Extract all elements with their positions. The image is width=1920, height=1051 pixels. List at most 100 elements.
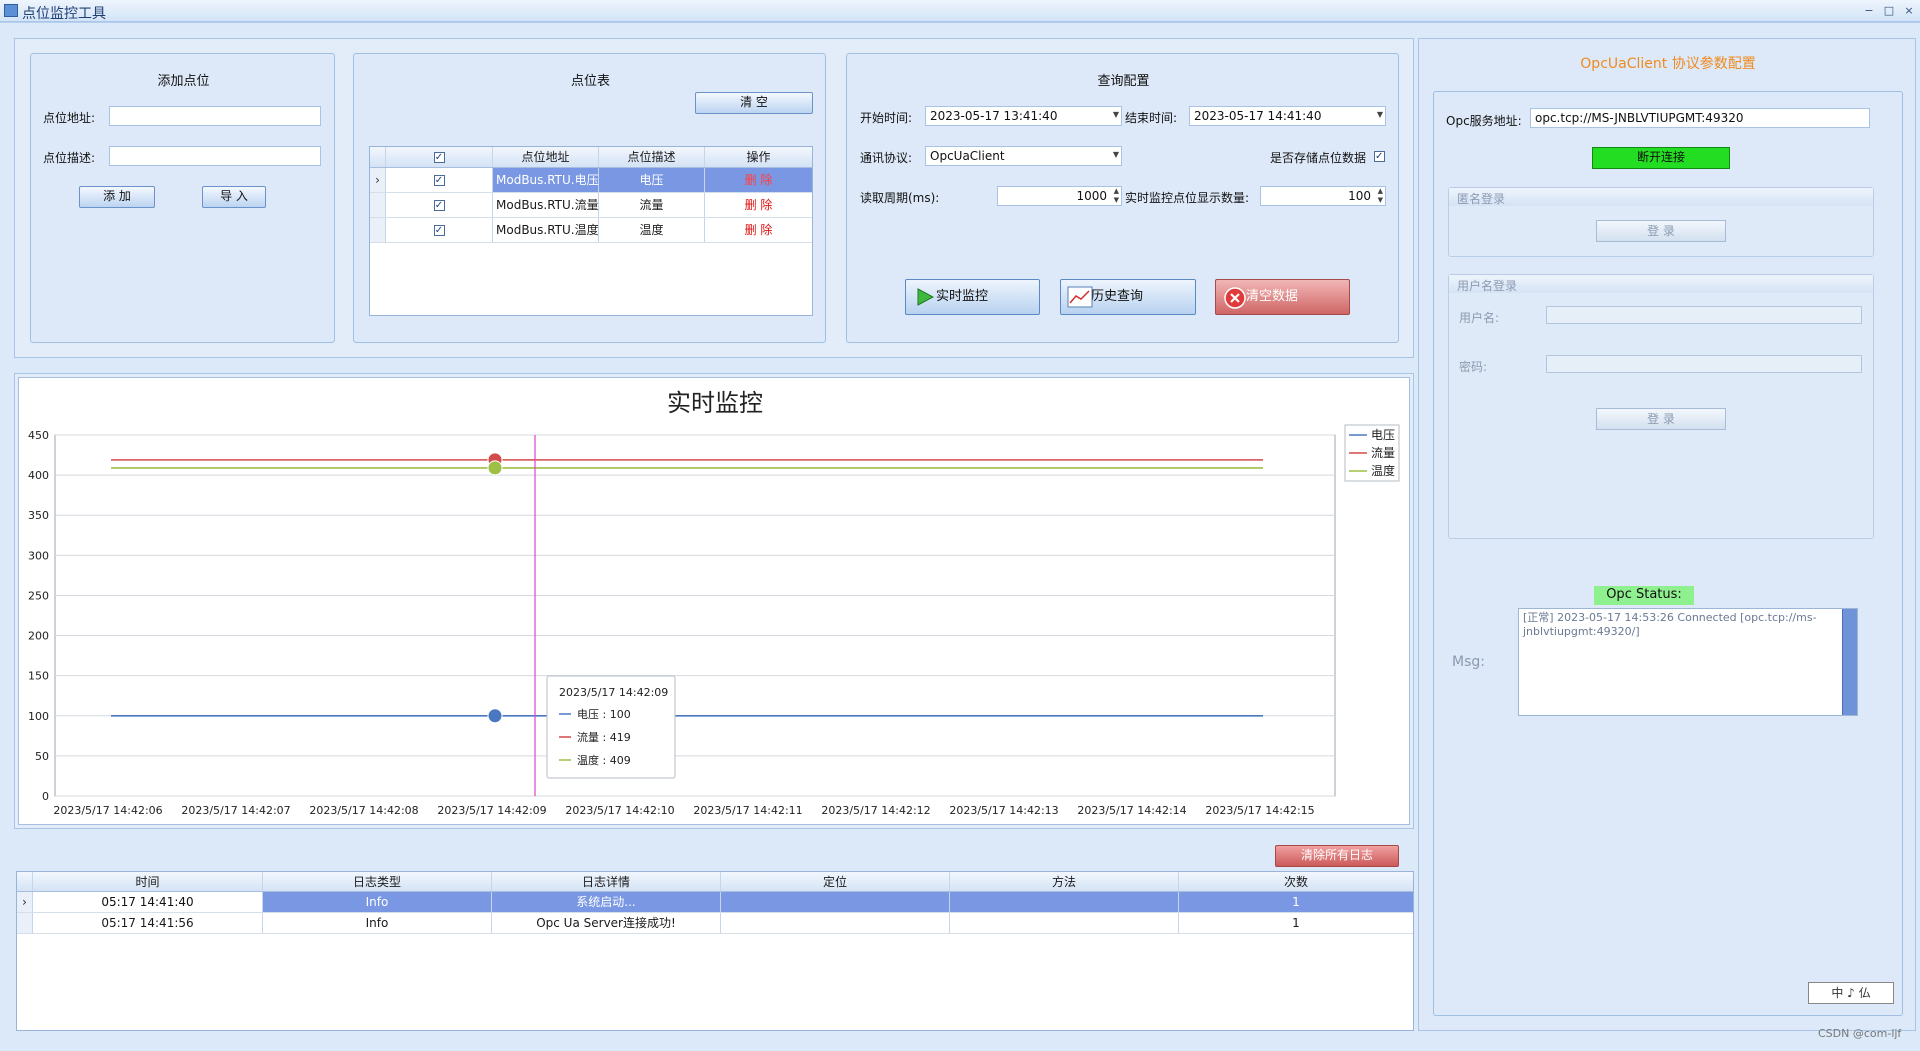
history-query-button[interactable]: 历史查询 <box>1060 279 1196 315</box>
y-tick-label: 250 <box>28 589 49 602</box>
protocol-select[interactable]: OpcUaClient ▼ <box>925 146 1122 166</box>
row-checkbox-cell[interactable]: ✓ <box>386 218 493 242</box>
clear-points-button[interactable]: 清 空 <box>695 92 813 114</box>
close-icon[interactable]: × <box>1900 3 1918 18</box>
log-row-header-cell <box>17 872 33 891</box>
add-button[interactable]: 添 加 <box>79 186 155 208</box>
row-checkbox-cell[interactable]: ✓ <box>386 168 493 192</box>
row-address: ModBus.RTU.温度 <box>493 218 599 242</box>
tooltip-entry: 电压 : 100 <box>577 708 631 721</box>
log-location-header[interactable]: 定位 <box>721 872 950 891</box>
minimize-icon[interactable]: − <box>1860 3 1878 18</box>
row-checkbox[interactable]: ✓ <box>433 225 445 236</box>
point-row[interactable]: ✓ ModBus.RTU.温度 温度 删 除 <box>370 218 812 243</box>
import-button[interactable]: 导 入 <box>202 186 266 208</box>
chart-container: 实时监控 0 50 100 150 200 250 300 350 400 450 2023/5/17… <box>18 377 1410 825</box>
log-type-header[interactable]: 日志类型 <box>263 872 492 891</box>
log-row[interactable]: 05:17 14:41:56 Info Opc Ua Server连接成功! 1 <box>17 913 1413 934</box>
address-column-header[interactable]: 点位地址 <box>493 147 599 167</box>
log-detail-header[interactable]: 日志详情 <box>492 872 721 891</box>
row-checkbox-cell[interactable]: ✓ <box>386 193 493 217</box>
window-title: 点位监控工具 <box>22 6 106 22</box>
display-count-input[interactable]: 100 ▲ ▼ <box>1260 186 1386 206</box>
end-time-value: 2023-05-17 14:41:40 <box>1194 109 1322 123</box>
check-all-checkbox[interactable]: ✓ <box>433 152 445 163</box>
log-method <box>950 913 1179 933</box>
row-selector-cell <box>370 193 386 217</box>
chevron-down-icon: ▼ <box>1112 110 1119 119</box>
user-login-button[interactable]: 登 录 <box>1596 408 1726 430</box>
msg-scrollbar[interactable] <box>1842 609 1857 715</box>
row-checkbox[interactable]: ✓ <box>433 200 445 211</box>
password-input[interactable] <box>1546 355 1862 373</box>
store-data-checkbox[interactable]: ✓ <box>1374 151 1385 162</box>
chevron-down-icon: ▼ <box>1376 110 1383 119</box>
maximize-icon[interactable]: □ <box>1880 3 1898 18</box>
row-header-cell <box>370 147 386 167</box>
x-tick-label: 2023/5/17 14:42:15 <box>1205 804 1314 817</box>
log-count-header[interactable]: 次数 <box>1179 872 1413 891</box>
msg-textbox[interactable]: [正常] 2023-05-17 14:53:26 Connected [opc.… <box>1518 608 1858 716</box>
y-tick-label: 200 <box>28 630 49 643</box>
data-point-温度 <box>487 460 503 476</box>
tooltip-entry: 流量 : 419 <box>577 730 631 744</box>
anonymous-login-button[interactable]: 登 录 <box>1596 220 1726 242</box>
tooltip-time: 2023/5/17 14:42:09 <box>559 686 668 699</box>
row-address: ModBus.RTU.流量 <box>493 193 599 217</box>
display-count-label: 实时监控点位显示数量: <box>1125 191 1250 205</box>
chevron-down-icon: ▼ <box>1112 150 1119 159</box>
y-tick-label: 100 <box>28 710 49 723</box>
disconnect-button[interactable]: 断开连接 <box>1592 147 1730 169</box>
opc-config-title: OpcUaClient 协议参数配置 <box>1580 56 1756 72</box>
end-time-picker[interactable]: 2023-05-17 14:41:40 ▼ <box>1189 106 1386 126</box>
period-input[interactable]: 1000 ▲ ▼ <box>997 186 1122 206</box>
desc-input[interactable] <box>109 146 321 166</box>
desc-label: 点位描述: <box>43 151 96 165</box>
server-address-input[interactable]: opc.tcp://MS-JNBLVTIUPGMT:49320 <box>1530 108 1870 128</box>
log-row[interactable]: › 05:17 14:41:40 Info 系统启动... 1 <box>17 892 1413 913</box>
spin-arrows-icon[interactable]: ▲ ▼ <box>1378 187 1383 205</box>
check-all-header[interactable]: ✓ <box>386 147 493 167</box>
realtime-chart[interactable]: 实时监控 0 50 100 150 200 250 300 350 400 450 2023/5/17… <box>19 378 1411 826</box>
anonymous-login-title: 匿名登录 <box>1457 192 1506 206</box>
action-column-header[interactable]: 操作 <box>705 147 812 167</box>
log-detail: 系统启动... <box>492 892 721 912</box>
app-icon <box>4 4 18 17</box>
log-header: 时间 日志类型 日志详情 定位 方法 次数 <box>17 872 1413 892</box>
tooltip-entry: 温度 : 409 <box>577 753 631 767</box>
log-table: 时间 日志类型 日志详情 定位 方法 次数 › 05:17 14:41:40 I… <box>16 871 1414 1031</box>
address-label: 点位地址: <box>43 111 96 125</box>
opc-panel: OpcUaClient 协议参数配置 Opc服务地址: opc.tcp://MS… <box>1418 38 1916 1031</box>
x-tick-label: 2023/5/17 14:42:08 <box>309 804 418 817</box>
log-type: Info <box>263 892 492 912</box>
x-tick-label: 2023/5/17 14:42:13 <box>949 804 1058 817</box>
username-input[interactable] <box>1546 306 1862 324</box>
log-method-header[interactable]: 方法 <box>950 872 1179 891</box>
ime-indicator[interactable]: 中 ♪ 仏 <box>1808 982 1894 1004</box>
legend-label: 流量 <box>1371 446 1395 460</box>
desc-column-header[interactable]: 点位描述 <box>599 147 705 167</box>
y-tick-label: 0 <box>42 790 49 803</box>
row-checkbox[interactable]: ✓ <box>433 175 445 186</box>
x-tick-label: 2023/5/17 14:42:11 <box>693 804 802 817</box>
row-desc: 流量 <box>599 193 705 217</box>
log-time-header[interactable]: 时间 <box>33 872 263 891</box>
point-row[interactable]: ✓ ModBus.RTU.流量 流量 删 除 <box>370 193 812 218</box>
delete-button[interactable]: 删 除 <box>705 193 812 217</box>
clear-data-button[interactable]: 清空数据 <box>1215 279 1350 315</box>
chart-title: 实时监控 <box>667 389 763 417</box>
password-label: 密码: <box>1459 360 1488 374</box>
spin-arrows-icon[interactable]: ▲ ▼ <box>1114 187 1119 205</box>
delete-button[interactable]: 删 除 <box>705 168 812 192</box>
realtime-monitor-button[interactable]: 实时监控 <box>905 279 1040 315</box>
add-point-title: 添加点位 <box>157 74 210 89</box>
log-method <box>950 892 1179 912</box>
point-table-title: 点位表 <box>570 74 610 89</box>
legend-label: 电压 <box>1371 428 1395 442</box>
point-row[interactable]: › ✓ ModBus.RTU.电压 电压 删 除 <box>370 168 812 193</box>
clear-logs-button[interactable]: 清除所有日志 <box>1275 845 1399 867</box>
x-tick-label: 2023/5/17 14:42:09 <box>437 804 546 817</box>
delete-button[interactable]: 删 除 <box>705 218 812 242</box>
address-input[interactable] <box>109 106 321 126</box>
start-time-picker[interactable]: 2023-05-17 13:41:40 ▼ <box>925 106 1122 126</box>
